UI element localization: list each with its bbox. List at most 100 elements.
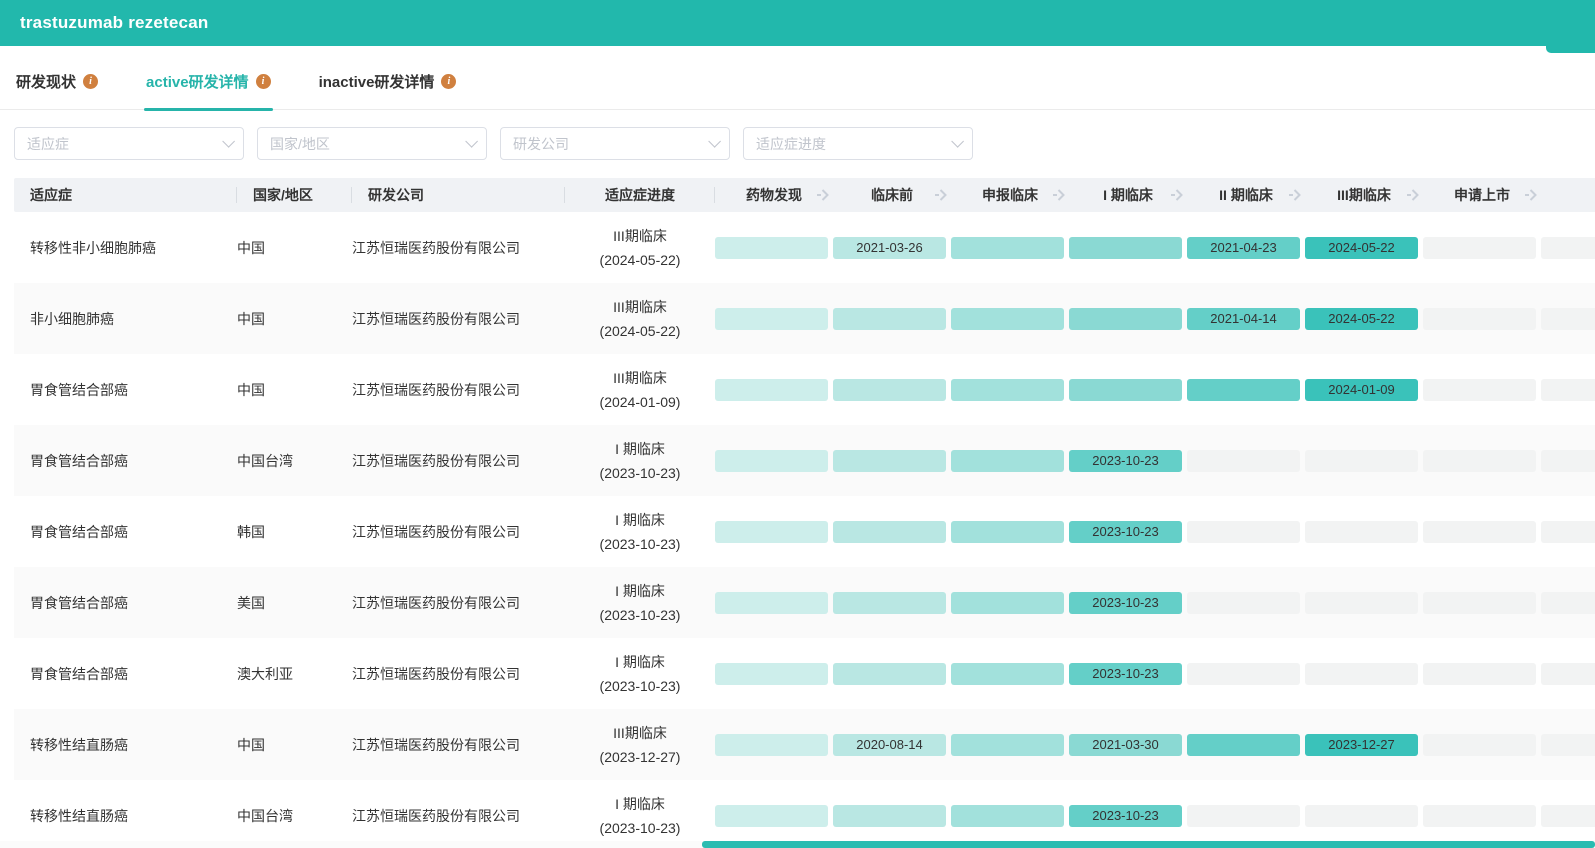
stage-bar bbox=[1541, 521, 1595, 543]
stage-bar-cell bbox=[1423, 379, 1541, 401]
table-row: 胃食管结合部癌韩国江苏恒瑞医药股份有限公司I 期临床(2023-10-23)20… bbox=[14, 496, 1595, 567]
stage-bar bbox=[1305, 592, 1418, 614]
floating-widget-tab[interactable] bbox=[1546, 46, 1595, 53]
progress-stage: I 期临床 bbox=[565, 579, 715, 603]
stage-bar-cell: 2023-10-23 bbox=[1069, 663, 1187, 685]
stage-bar bbox=[1423, 663, 1536, 685]
stage-bar-cell bbox=[951, 379, 1069, 401]
table-row: 转移性结直肠癌中国台湾江苏恒瑞医药股份有限公司I 期临床(2023-10-23)… bbox=[14, 780, 1595, 848]
stage-bar bbox=[1187, 734, 1300, 756]
stage-bar: 2024-05-22 bbox=[1305, 308, 1418, 330]
progress-date: (2024-01-09) bbox=[565, 390, 715, 414]
region-filter-select[interactable]: 国家/地区 bbox=[257, 127, 487, 160]
select-placeholder: 适应症进度 bbox=[756, 134, 826, 154]
stage-bar: 2023-10-23 bbox=[1069, 450, 1182, 472]
indication-cell: 转移性非小细胞肺癌 bbox=[14, 238, 237, 258]
stage-arrow-icon bbox=[1406, 189, 1420, 201]
stage-bar-cell bbox=[1423, 308, 1541, 330]
stage-bar-cell: 2024-05-22 bbox=[1305, 308, 1423, 330]
stage-bar bbox=[1541, 734, 1595, 756]
stage-date: 2021-03-30 bbox=[1092, 737, 1159, 752]
indication-cell: 胃食管结合部癌 bbox=[14, 593, 237, 613]
stage-bar-cell bbox=[951, 734, 1069, 756]
indication-cell: 胃食管结合部癌 bbox=[14, 380, 237, 400]
company-cell: 江苏恒瑞医药股份有限公司 bbox=[352, 309, 565, 329]
stage-bar bbox=[1541, 450, 1595, 472]
indication-cell: 胃食管结合部癌 bbox=[14, 522, 237, 542]
progress-cell: I 期临床(2023-10-23) bbox=[565, 508, 715, 556]
stage-bar bbox=[951, 450, 1064, 472]
stage-bar: 2021-04-23 bbox=[1187, 237, 1300, 259]
stage-bar-cell bbox=[951, 521, 1069, 543]
stage-bar-cell bbox=[1541, 379, 1595, 401]
stage-bar: 2024-01-09 bbox=[1305, 379, 1418, 401]
progress-date: (2024-05-22) bbox=[565, 248, 715, 272]
tab-active-rd-details[interactable]: active研发详情 i bbox=[144, 71, 273, 109]
stage-bar-cell bbox=[1187, 663, 1305, 685]
pipeline-table: 适应症国家/地区研发公司适应症进度药物发现临床前申报临床I 期临床II 期临床I… bbox=[14, 178, 1595, 848]
company-cell: 江苏恒瑞医药股份有限公司 bbox=[352, 664, 565, 684]
stage-bar-cell bbox=[715, 379, 833, 401]
progress-date: (2023-10-23) bbox=[565, 461, 715, 485]
stage-bar-cell bbox=[1541, 805, 1595, 827]
stage-bar bbox=[1541, 379, 1595, 401]
region-cell: 中国台湾 bbox=[237, 451, 352, 471]
stage-bar-cell bbox=[1069, 237, 1187, 259]
progress-filter-select[interactable]: 适应症进度 bbox=[743, 127, 973, 160]
stage-bar bbox=[1423, 521, 1536, 543]
indication-filter-select[interactable]: 适应症 bbox=[14, 127, 244, 160]
stage-bar bbox=[1069, 308, 1182, 330]
tab-inactive-rd-details[interactable]: inactive研发详情 i bbox=[317, 71, 459, 109]
stage-bar-cell bbox=[1305, 805, 1423, 827]
info-icon[interactable]: i bbox=[256, 74, 271, 89]
stage-bar bbox=[1423, 237, 1536, 259]
stage-bar: 2023-10-23 bbox=[1069, 592, 1182, 614]
stage-bar bbox=[1423, 450, 1536, 472]
stage-bar-cell bbox=[1423, 450, 1541, 472]
stage-bar-cell bbox=[951, 237, 1069, 259]
stage-bar bbox=[715, 450, 828, 472]
progress-cell: III期临床(2024-05-22) bbox=[565, 295, 715, 343]
stage-bar-cell: 2024-05-22 bbox=[1305, 237, 1423, 259]
company-cell: 江苏恒瑞医药股份有限公司 bbox=[352, 238, 565, 258]
company-filter-select[interactable]: 研发公司 bbox=[500, 127, 730, 160]
stage-date: 2021-04-14 bbox=[1210, 311, 1277, 326]
stage-bar bbox=[715, 734, 828, 756]
stage-bar bbox=[1305, 450, 1418, 472]
stage-bar-cell bbox=[833, 379, 951, 401]
tab-rd-status[interactable]: 研发现状 i bbox=[14, 71, 100, 109]
stage-bar bbox=[1187, 592, 1300, 614]
stage-bar-cell bbox=[951, 308, 1069, 330]
column-header: 国家/地区 bbox=[237, 178, 352, 212]
progress-date: (2023-12-27) bbox=[565, 745, 715, 769]
stage-arrow-icon bbox=[934, 189, 948, 201]
stage-date: 2020-08-14 bbox=[856, 737, 923, 752]
info-icon[interactable]: i bbox=[441, 74, 456, 89]
company-cell: 江苏恒瑞医药股份有限公司 bbox=[352, 380, 565, 400]
stage-bar bbox=[1423, 805, 1536, 827]
column-header: 适应症 bbox=[14, 178, 237, 212]
stage-date: 2021-03-26 bbox=[856, 240, 923, 255]
progress-stage: III期临床 bbox=[565, 295, 715, 319]
stage-bar bbox=[1187, 450, 1300, 472]
stage-bar bbox=[833, 592, 946, 614]
indication-cell: 转移性结直肠癌 bbox=[14, 806, 237, 826]
scrollbar-thumb[interactable] bbox=[702, 841, 1595, 848]
stage-bar bbox=[951, 237, 1064, 259]
stage-bar bbox=[715, 592, 828, 614]
stage-column-header: 申请上市 bbox=[1423, 178, 1541, 212]
info-icon[interactable]: i bbox=[83, 74, 98, 89]
stage-bar-cell: 2023-10-23 bbox=[1069, 592, 1187, 614]
stage-bar bbox=[951, 663, 1064, 685]
stage-bar-cell bbox=[715, 805, 833, 827]
horizontal-scrollbar bbox=[0, 841, 1595, 848]
select-placeholder: 国家/地区 bbox=[270, 134, 330, 154]
stage-bar bbox=[1305, 663, 1418, 685]
stage-bar-cell: 2024-01-09 bbox=[1305, 379, 1423, 401]
stage-bar bbox=[951, 592, 1064, 614]
stage-arrow-icon bbox=[1052, 189, 1066, 201]
page-header: trastuzumab rezetecan bbox=[0, 0, 1595, 46]
stage-bar bbox=[1423, 734, 1536, 756]
stage-arrow-icon bbox=[1524, 189, 1538, 201]
stage-bar-cell bbox=[951, 450, 1069, 472]
